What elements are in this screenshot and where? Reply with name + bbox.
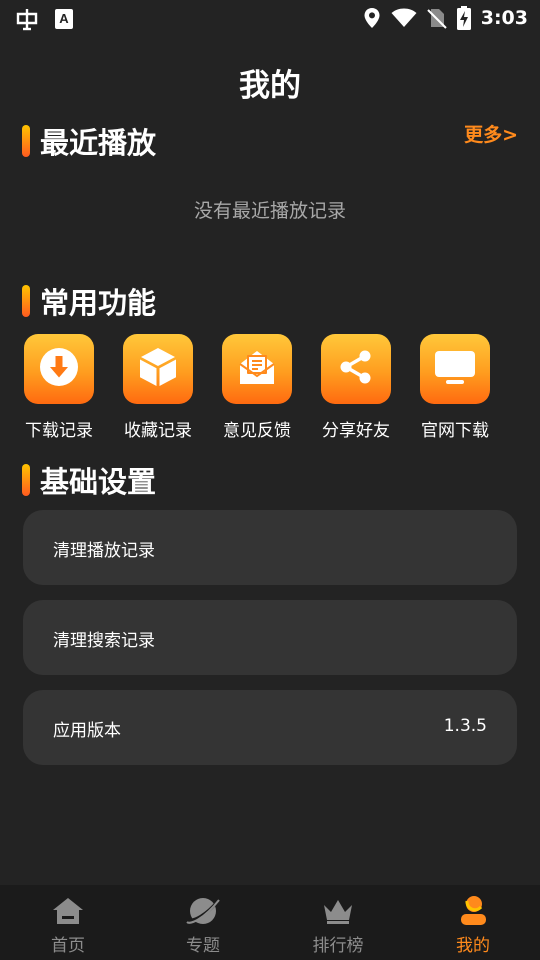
function-favorite-records[interactable]: 收藏记录 xyxy=(114,334,202,441)
function-official-download[interactable]: 官网下载 xyxy=(411,334,499,441)
tab-label: 排行榜 xyxy=(312,936,364,956)
settings-section-title: 基础设置 xyxy=(40,465,157,499)
functions-grid: 下载记录 收藏记录 意见反馈 分享好友 官网下载 xyxy=(22,334,520,444)
function-feedback[interactable]: 意见反馈 xyxy=(213,334,301,441)
home-icon xyxy=(51,895,85,927)
function-label: 分享好友 xyxy=(322,421,390,441)
setting-label: 清理搜索记录 xyxy=(53,631,155,651)
box-icon xyxy=(138,346,178,392)
status-bar-left: A xyxy=(14,6,74,32)
share-icon xyxy=(336,347,376,391)
app-version-value: 1.3.5 xyxy=(443,716,487,736)
tab-label: 首页 xyxy=(51,936,85,956)
more-link[interactable]: 更多> xyxy=(464,120,518,147)
wifi-icon xyxy=(391,8,417,28)
function-icon-tile xyxy=(222,334,292,404)
settings-section-header: 基础设置 xyxy=(22,459,156,501)
section-accent-bar xyxy=(22,464,30,496)
tab-label: 专题 xyxy=(186,936,220,956)
app-notification-icon xyxy=(14,6,40,32)
bottom-tab-bar: 首页 专题 排行榜 我的 xyxy=(0,885,540,960)
tab-topics[interactable]: 专题 xyxy=(153,895,253,956)
setting-clear-play-history[interactable]: 清理播放记录 xyxy=(23,510,517,585)
user-icon xyxy=(458,895,488,927)
page-title: 我的 xyxy=(239,68,301,104)
section-accent-bar xyxy=(22,125,30,157)
function-label: 意见反馈 xyxy=(223,421,291,441)
function-label: 收藏记录 xyxy=(124,421,192,441)
tab-home[interactable]: 首页 xyxy=(18,895,118,956)
battery-charging-icon xyxy=(456,6,471,30)
feedback-mail-icon xyxy=(236,346,278,392)
svg-text:A: A xyxy=(59,11,69,26)
recent-section-header: 最近播放 xyxy=(22,120,156,162)
recent-section-title: 最近播放 xyxy=(40,126,157,160)
function-share-friends[interactable]: 分享好友 xyxy=(312,334,400,441)
crown-icon xyxy=(321,895,355,927)
function-icon-tile xyxy=(321,334,391,404)
tab-label: 我的 xyxy=(456,936,490,956)
function-icon-tile xyxy=(420,334,490,404)
function-download-records[interactable]: 下载记录 xyxy=(15,334,103,441)
tab-mine[interactable]: 我的 xyxy=(423,895,523,956)
status-bar: A 3:03 xyxy=(0,0,540,36)
download-icon xyxy=(38,346,80,392)
function-label: 下载记录 xyxy=(25,421,93,441)
functions-section-header: 常用功能 xyxy=(22,280,156,322)
setting-label: 清理播放记录 xyxy=(53,541,155,561)
status-time: 3:03 xyxy=(480,7,528,29)
function-icon-tile xyxy=(24,334,94,404)
setting-app-version[interactable]: 应用版本 1.3.5 xyxy=(23,690,517,765)
planet-icon xyxy=(186,895,220,927)
location-icon xyxy=(363,7,381,29)
section-accent-bar xyxy=(22,285,30,317)
recent-empty-text: 没有最近播放记录 xyxy=(193,200,346,222)
setting-clear-search-history[interactable]: 清理搜索记录 xyxy=(23,600,517,675)
monitor-icon xyxy=(434,348,476,390)
setting-label: 应用版本 xyxy=(53,721,121,741)
function-label: 官网下载 xyxy=(421,421,489,441)
text-notification-icon: A xyxy=(54,8,74,30)
no-sim-icon xyxy=(427,7,447,29)
function-icon-tile xyxy=(123,334,193,404)
tab-ranking[interactable]: 排行榜 xyxy=(288,895,388,956)
functions-section-title: 常用功能 xyxy=(40,286,157,320)
status-bar-right: 3:03 xyxy=(363,6,528,30)
